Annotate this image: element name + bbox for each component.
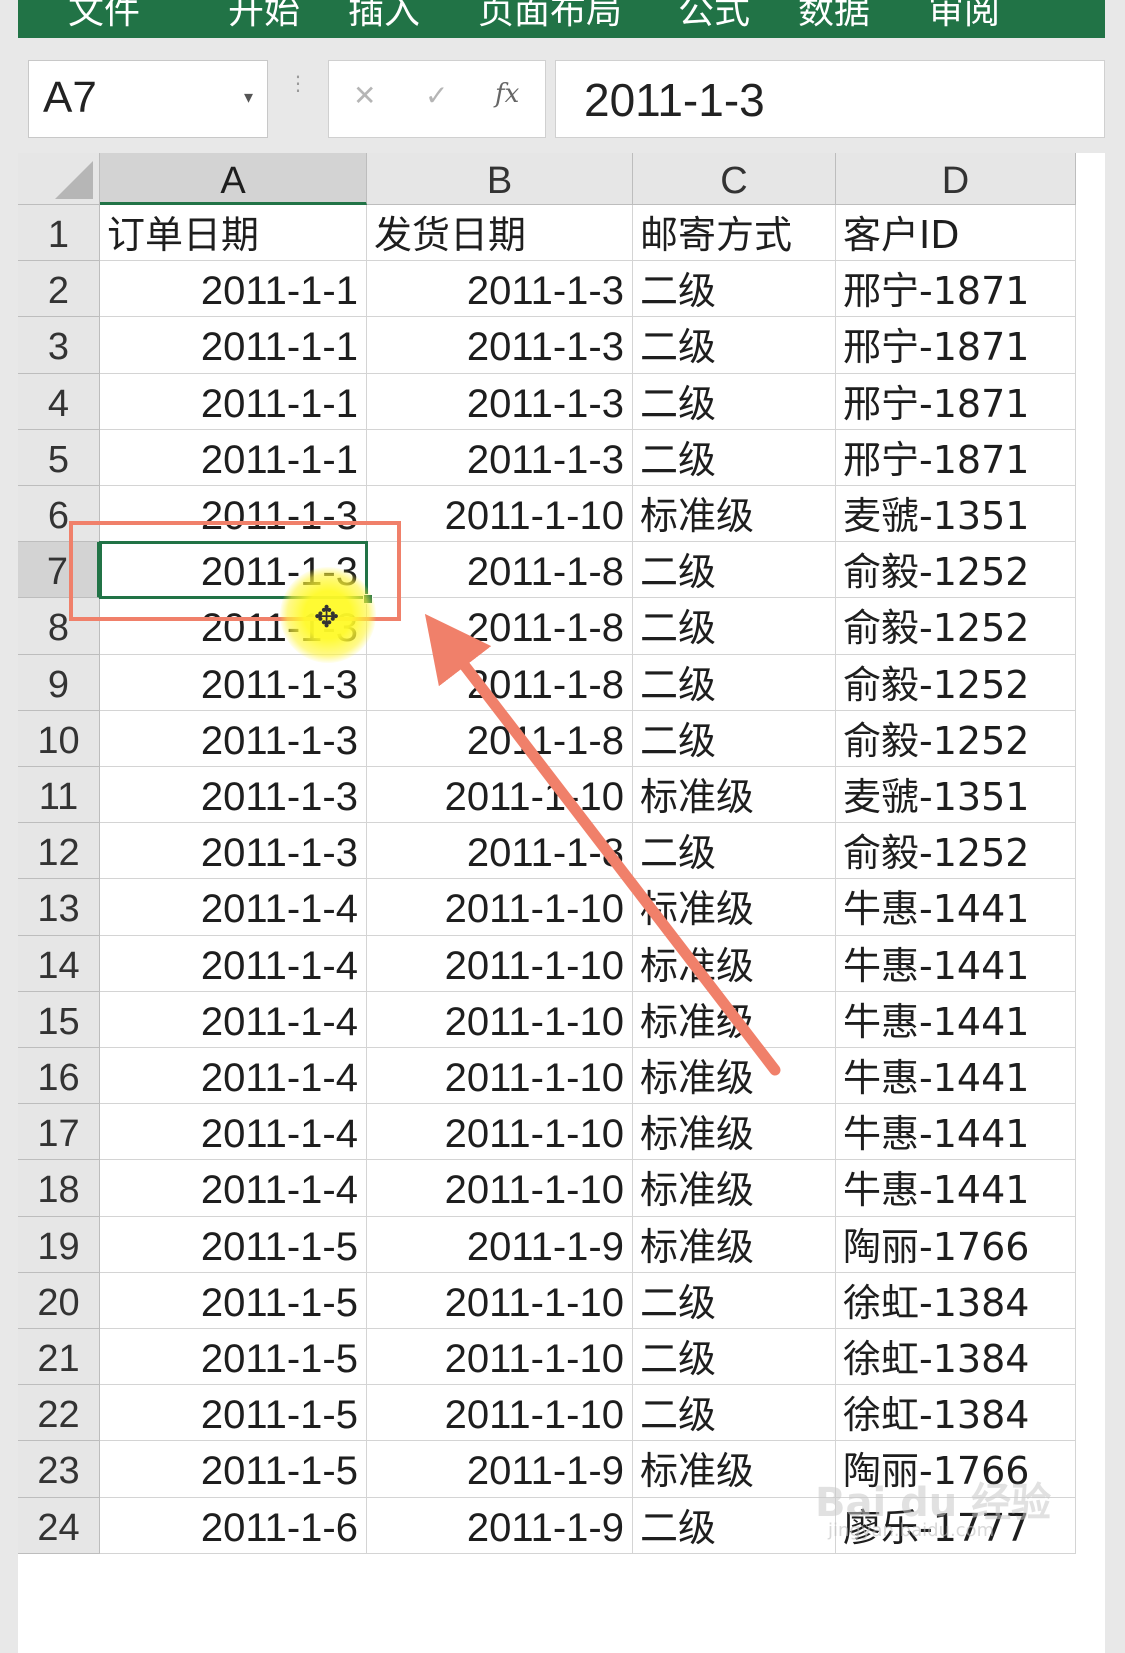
watermark-url: jingyan.baidu.com: [828, 1520, 995, 1541]
annotation-arrow: [424, 613, 781, 1076]
window-edge: [1105, 0, 1125, 1653]
